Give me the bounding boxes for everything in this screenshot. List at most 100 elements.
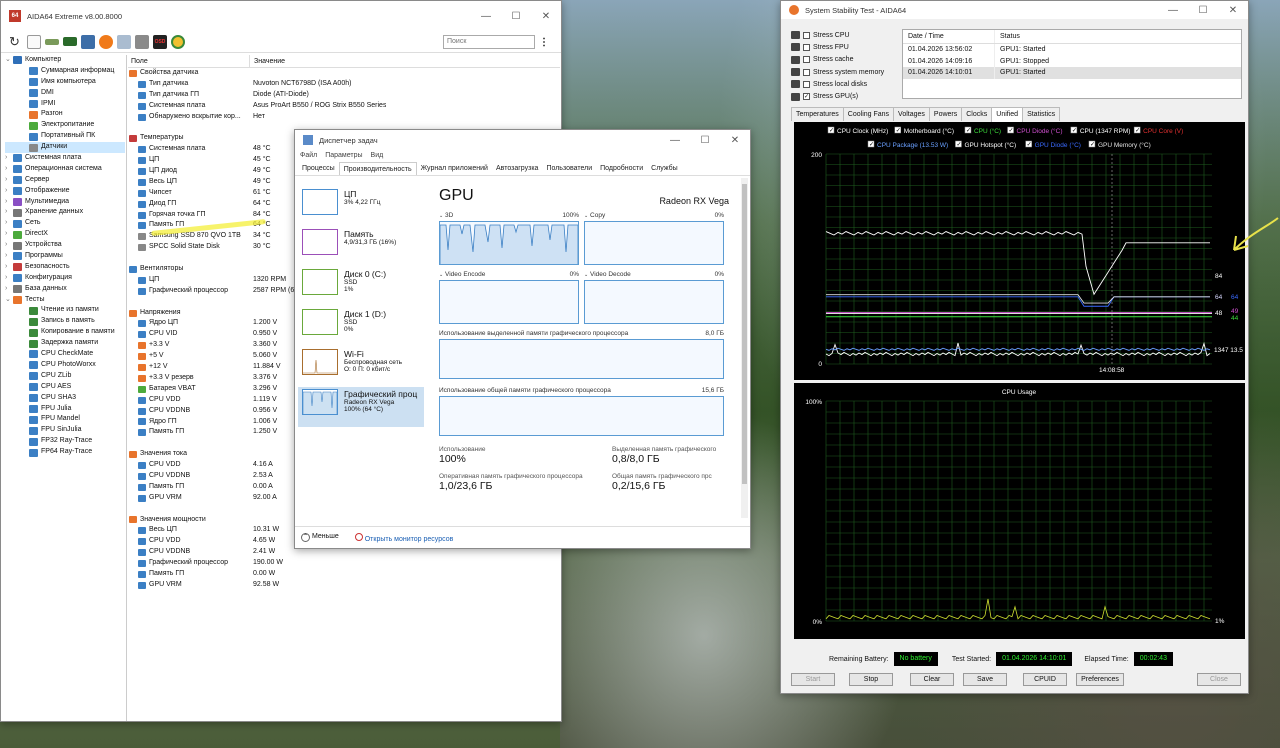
benchmark-gauge-icon[interactable] bbox=[171, 34, 185, 49]
engine-encode-label[interactable]: ⌄ Video Encode bbox=[439, 271, 485, 280]
tree-item[interactable]: DMI bbox=[5, 88, 125, 99]
tree-item[interactable]: CPU CheckMate bbox=[5, 349, 125, 360]
expand-chevron-icon[interactable]: › bbox=[5, 251, 13, 262]
maximize-button[interactable]: ☐ bbox=[501, 11, 531, 22]
tree-item[interactable]: › Хранение данных bbox=[5, 207, 125, 218]
tree-item[interactable]: Электропитание bbox=[5, 120, 125, 131]
expand-chevron-icon[interactable]: › bbox=[5, 218, 13, 229]
resource-item[interactable]: ЦП 3% 4,22 ГГц bbox=[298, 187, 424, 227]
tree-item[interactable]: › DirectX bbox=[5, 229, 125, 240]
close-dialog-button[interactable]: Close bbox=[1197, 673, 1241, 686]
log-row[interactable]: 01.04.2026 14:10:01 GPU1: Started bbox=[903, 67, 1241, 79]
tree-item[interactable]: Имя компьютера bbox=[5, 77, 125, 88]
tab-item[interactable]: Подробности bbox=[596, 162, 647, 175]
menu-item[interactable]: Вид bbox=[371, 150, 384, 162]
tree-item[interactable]: › Безопасность bbox=[5, 262, 125, 273]
pane-splitter[interactable] bbox=[126, 55, 127, 721]
stress-checkbox[interactable] bbox=[803, 56, 810, 64]
tree-item[interactable]: › Устройства bbox=[5, 240, 125, 251]
engine-3d-label[interactable]: ⌄ 3D bbox=[439, 212, 453, 221]
close-button[interactable]: ✕ bbox=[720, 135, 750, 146]
tree-item[interactable]: FP64 Ray-Trace bbox=[5, 447, 125, 458]
expand-chevron-icon[interactable]: ⌄ bbox=[5, 295, 13, 306]
tree-item[interactable]: › Сеть bbox=[5, 218, 125, 229]
stress-checkbox[interactable] bbox=[803, 31, 810, 39]
preferences-button[interactable]: Preferences bbox=[1076, 673, 1124, 686]
graph-tab[interactable]: Voltages bbox=[893, 107, 930, 121]
expand-chevron-icon[interactable]: › bbox=[5, 186, 13, 197]
graph-tab[interactable]: Temperatures bbox=[791, 107, 844, 121]
stress-checkbox[interactable]: ✓ bbox=[803, 93, 810, 101]
graph-tab[interactable]: Unified bbox=[991, 107, 1024, 122]
graph-tab[interactable]: Powers bbox=[928, 107, 963, 121]
tree-item[interactable]: › Системная плата bbox=[5, 153, 125, 164]
tree-item[interactable]: › Конфигурация bbox=[5, 273, 125, 284]
sensor-row[interactable]: Системная плата Asus ProArt B550 / ROG St… bbox=[128, 101, 560, 112]
sensor-row[interactable]: Обнаружено вскрытие кор... Нет bbox=[128, 112, 560, 123]
tree-item[interactable]: Суммарная информац bbox=[5, 66, 125, 77]
tree-item[interactable]: CPU SHA3 bbox=[5, 393, 125, 404]
tree-item[interactable]: › Операционная система bbox=[5, 164, 125, 175]
stress-option[interactable]: Stress FPU bbox=[791, 41, 901, 53]
expand-chevron-icon[interactable]: › bbox=[5, 153, 13, 164]
tree-item[interactable]: Копирование в памяти bbox=[5, 327, 125, 338]
sensor-icon[interactable] bbox=[135, 34, 149, 49]
expand-chevron-icon[interactable]: › bbox=[5, 197, 13, 208]
log-row[interactable]: 01.04.2026 13:56:02 GPU1: Started bbox=[903, 44, 1241, 56]
stop-button[interactable]: Stop bbox=[849, 673, 893, 686]
stress-option[interactable]: ✓ Stress GPU(s) bbox=[791, 90, 901, 102]
expand-chevron-icon[interactable]: › bbox=[5, 240, 13, 251]
tree-item[interactable]: CPU AES bbox=[5, 382, 125, 393]
tree-item[interactable]: Запись в память bbox=[5, 316, 125, 327]
engine-copy-label[interactable]: ⌄ Copy bbox=[584, 212, 605, 221]
tree-item[interactable]: ⌄ Тесты bbox=[5, 295, 125, 306]
log-row[interactable]: 01.04.2026 14:09:16 GPU1: Stopped bbox=[903, 55, 1241, 67]
tree-item[interactable]: › Сервер bbox=[5, 175, 125, 186]
close-button[interactable]: ✕ bbox=[1218, 5, 1248, 16]
tab-item[interactable]: Пользователи bbox=[542, 162, 596, 175]
stress-option[interactable]: Stress local disks bbox=[791, 78, 901, 90]
tree-item[interactable]: › Отображение bbox=[5, 186, 125, 197]
tab-item[interactable]: Автозагрузка bbox=[492, 162, 542, 175]
graph-tab[interactable]: Cooling Fans bbox=[842, 107, 895, 121]
minimize-button[interactable]: — bbox=[1158, 5, 1188, 16]
tab-item[interactable]: Журнал приложений bbox=[417, 162, 492, 175]
tree-item[interactable]: FPU Julia bbox=[5, 404, 125, 415]
tab-item[interactable]: Процессы bbox=[298, 162, 339, 175]
tree-item[interactable]: ⌄ Компьютер bbox=[5, 55, 125, 66]
expand-chevron-icon[interactable]: › bbox=[5, 229, 13, 240]
tab-item[interactable]: Производительность bbox=[338, 162, 417, 175]
expand-chevron-icon[interactable]: › bbox=[5, 262, 13, 273]
cpuid-button[interactable]: CPUID bbox=[1023, 673, 1067, 686]
tree-item[interactable]: FPU Mandel bbox=[5, 414, 125, 425]
expand-chevron-icon[interactable]: › bbox=[5, 175, 13, 186]
tree-item[interactable]: CPU ZLib bbox=[5, 371, 125, 382]
minimize-button[interactable]: — bbox=[471, 11, 501, 22]
save-button[interactable]: Save bbox=[963, 673, 1007, 686]
search-input[interactable] bbox=[443, 34, 535, 49]
more-options-icon[interactable]: ⋮ bbox=[539, 37, 549, 48]
sensor-row[interactable]: Память ГП 0.00 W bbox=[128, 569, 560, 580]
expand-chevron-icon[interactable]: › bbox=[5, 207, 13, 218]
column-field-header[interactable]: Поле bbox=[128, 55, 250, 67]
stress-option[interactable]: Stress CPU bbox=[791, 29, 901, 41]
stress-option[interactable]: Stress system memory bbox=[791, 66, 901, 78]
expand-chevron-icon[interactable]: › bbox=[5, 284, 13, 295]
tree-item[interactable]: FP32 Ray-Trace bbox=[5, 436, 125, 447]
tree-item[interactable]: Портативный ПК bbox=[5, 131, 125, 142]
maximize-button[interactable]: ☐ bbox=[690, 135, 720, 146]
report-icon[interactable] bbox=[27, 34, 41, 49]
tree-item[interactable]: Чтение из памяти bbox=[5, 305, 125, 316]
sensor-row[interactable]: Тип датчика Nuvoton NCT6798D (ISA A00h) bbox=[128, 79, 560, 90]
stress-checkbox[interactable] bbox=[803, 80, 810, 88]
tree-item[interactable]: Задержка памяти bbox=[5, 338, 125, 349]
network-icon[interactable] bbox=[81, 34, 95, 49]
sensor-row[interactable]: Графический процессор 190.00 W bbox=[128, 558, 560, 569]
menu-item[interactable]: Параметры bbox=[325, 150, 362, 162]
flame-icon[interactable] bbox=[99, 34, 113, 49]
stress-checkbox[interactable] bbox=[803, 68, 810, 76]
tree-item[interactable]: › Мультимедиа bbox=[5, 197, 125, 208]
start-button[interactable]: Start bbox=[791, 673, 835, 686]
tree-item[interactable]: FPU SinJulia bbox=[5, 425, 125, 436]
status-header[interactable]: Status bbox=[995, 30, 1020, 43]
